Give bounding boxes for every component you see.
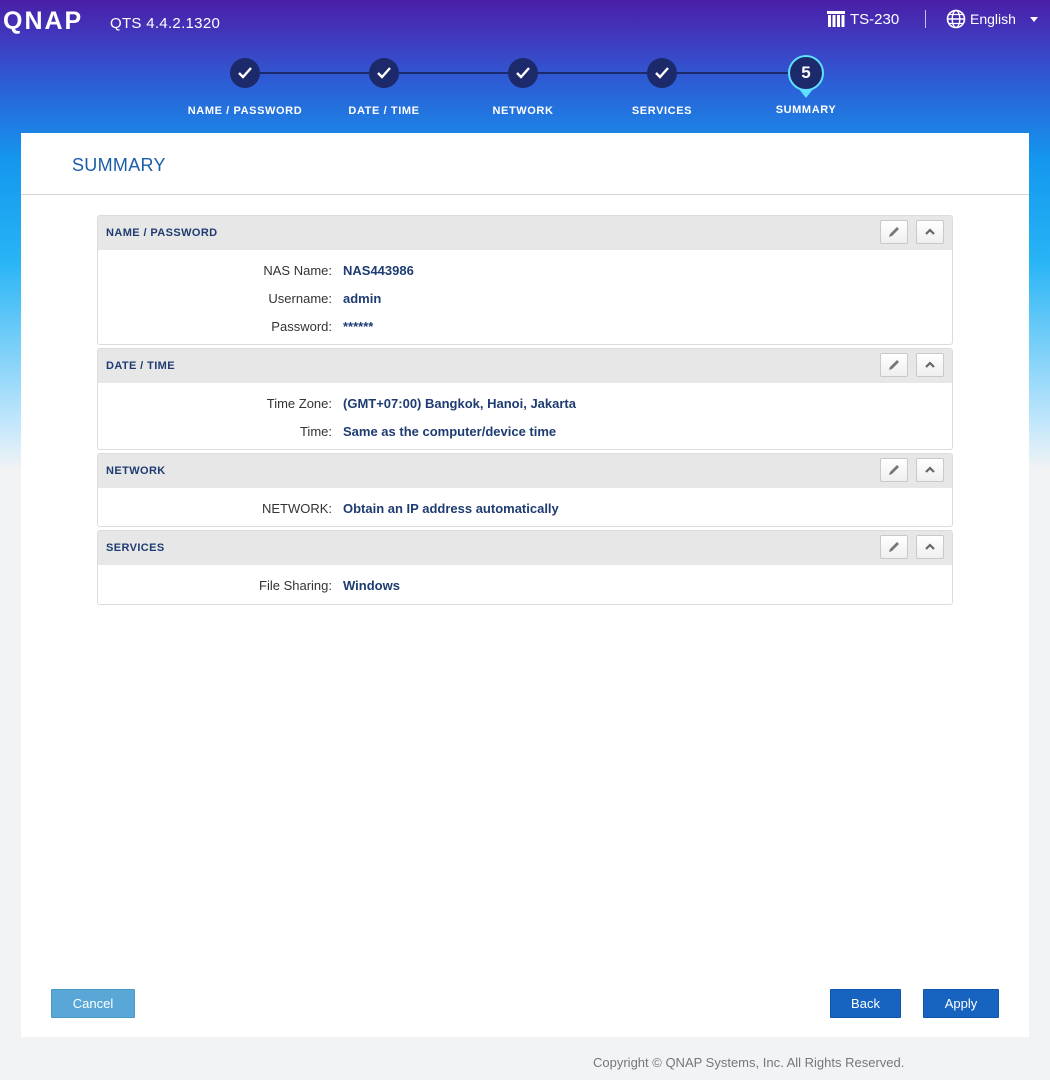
detail-row: Password: ****** bbox=[98, 313, 952, 341]
row-value: Same as the computer/device time bbox=[343, 424, 557, 439]
row-key: Password: bbox=[271, 319, 332, 334]
cancel-button[interactable]: Cancel bbox=[51, 989, 135, 1018]
check-icon bbox=[238, 67, 252, 79]
section-title: SERVICES bbox=[106, 542, 165, 554]
step-circle-active: 5 bbox=[788, 55, 824, 98]
chevron-up-icon bbox=[925, 543, 935, 550]
top-header: QNAP QTS 4.4.2.1320 TS-230 English bbox=[0, 0, 1050, 42]
chevron-up-icon bbox=[925, 361, 935, 368]
collapse-button[interactable] bbox=[916, 535, 944, 559]
step-label: DATE / TIME bbox=[348, 105, 420, 117]
row-value: (GMT+07:00) Bangkok, Hanoi, Jakarta bbox=[343, 396, 576, 411]
row-key: Username: bbox=[268, 291, 332, 306]
section-date-time: DATE / TIME Time Zone: (GMT+07:00) Bangk… bbox=[97, 348, 953, 450]
wizard-stepper: NAME / PASSWORD DATE / TIME NETWORK SERV… bbox=[0, 55, 1050, 126]
device-model-label: TS-230 bbox=[850, 10, 900, 28]
section-title: NAME / PASSWORD bbox=[106, 227, 218, 239]
step-circle bbox=[508, 58, 538, 88]
detail-row: NETWORK: Obtain an IP address automatica… bbox=[98, 495, 952, 523]
section-header: NETWORK bbox=[98, 454, 952, 488]
collapse-button[interactable] bbox=[916, 458, 944, 482]
section-network: NETWORK NETWORK: Obtain an IP address au… bbox=[97, 453, 953, 527]
row-value: Windows bbox=[343, 578, 400, 593]
globe-icon bbox=[946, 9, 966, 29]
section-header: SERVICES bbox=[98, 531, 952, 565]
section-services: SERVICES File Sharing: Windows bbox=[97, 530, 953, 605]
edit-button[interactable] bbox=[880, 458, 908, 482]
nas-device-icon bbox=[827, 11, 845, 27]
svg-text:QNAP: QNAP bbox=[3, 8, 83, 34]
title-divider bbox=[21, 194, 1029, 195]
section-name-password: NAME / PASSWORD NAS Name: NAS443986 User… bbox=[97, 215, 953, 345]
detail-row: Time: Same as the computer/device time bbox=[98, 418, 952, 446]
step-circle bbox=[230, 58, 260, 88]
page-title: SUMMARY bbox=[72, 155, 166, 175]
section-body: NETWORK: Obtain an IP address automatica… bbox=[98, 488, 952, 523]
step-date-time[interactable]: DATE / TIME bbox=[314, 56, 454, 117]
step-label: NAME / PASSWORD bbox=[187, 105, 303, 117]
step-network[interactable]: NETWORK bbox=[453, 56, 593, 117]
qnap-logo: QNAP bbox=[3, 8, 83, 34]
device-model: TS-230 bbox=[826, 10, 899, 28]
back-button[interactable]: Back bbox=[830, 989, 901, 1018]
edit-button[interactable] bbox=[880, 220, 908, 244]
check-icon bbox=[516, 67, 530, 79]
chevron-down-icon bbox=[1029, 16, 1038, 22]
detail-row: File Sharing: Windows bbox=[98, 572, 952, 600]
row-key: Time Zone: bbox=[266, 396, 332, 411]
row-key: NAS Name: bbox=[263, 263, 332, 278]
language-selector[interactable]: English bbox=[946, 9, 1038, 29]
step-label: SERVICES bbox=[631, 105, 693, 117]
collapse-button[interactable] bbox=[916, 353, 944, 377]
check-icon bbox=[377, 67, 391, 79]
pencil-icon bbox=[889, 227, 899, 237]
row-value: Obtain an IP address automatically bbox=[343, 501, 559, 516]
chevron-up-icon bbox=[925, 466, 935, 473]
copyright-text: Copyright © QNAP Systems, Inc. All Right… bbox=[593, 1055, 905, 1070]
chevron-up-icon bbox=[925, 228, 935, 235]
pencil-icon bbox=[889, 360, 899, 370]
step-number: 5 bbox=[801, 63, 811, 82]
step-circle bbox=[369, 58, 399, 88]
section-title: DATE / TIME bbox=[106, 360, 175, 372]
section-body: Time Zone: (GMT+07:00) Bangkok, Hanoi, J… bbox=[98, 383, 952, 446]
step-label: SUMMARY bbox=[775, 104, 837, 116]
step-services[interactable]: SERVICES bbox=[592, 56, 732, 117]
step-name-password[interactable]: NAME / PASSWORD bbox=[175, 56, 315, 117]
language-label: English bbox=[970, 11, 1016, 27]
step-summary: 5 SUMMARY bbox=[736, 55, 876, 116]
section-header: DATE / TIME bbox=[98, 349, 952, 383]
section-header: NAME / PASSWORD bbox=[98, 216, 952, 250]
edit-button[interactable] bbox=[880, 535, 908, 559]
row-value: NAS443986 bbox=[343, 263, 414, 278]
apply-button[interactable]: Apply bbox=[923, 989, 999, 1018]
row-key: File Sharing: bbox=[259, 578, 332, 593]
firmware-version: QTS 4.4.2.1320 bbox=[110, 15, 221, 32]
pencil-icon bbox=[889, 542, 899, 552]
detail-row: Username: admin bbox=[98, 285, 952, 313]
step-circle bbox=[647, 58, 677, 88]
collapse-button[interactable] bbox=[916, 220, 944, 244]
edit-button[interactable] bbox=[880, 353, 908, 377]
section-title: NETWORK bbox=[106, 465, 166, 477]
section-body: File Sharing: Windows bbox=[98, 565, 952, 600]
section-body: NAS Name: NAS443986 Username: admin Pass… bbox=[98, 250, 952, 341]
row-value: ****** bbox=[343, 319, 374, 334]
row-key: NETWORK: bbox=[261, 501, 332, 516]
detail-row: NAS Name: NAS443986 bbox=[98, 257, 952, 285]
header-divider bbox=[925, 10, 926, 28]
row-value: admin bbox=[343, 291, 382, 306]
detail-row: Time Zone: (GMT+07:00) Bangkok, Hanoi, J… bbox=[98, 390, 952, 418]
pencil-icon bbox=[889, 465, 899, 475]
summary-panel: SUMMARY NAME / PASSWORD NAS Name: NAS443… bbox=[21, 133, 1029, 1037]
step-pin-marker bbox=[799, 89, 813, 98]
row-key: Time: bbox=[299, 424, 332, 439]
step-label: NETWORK bbox=[492, 105, 554, 117]
check-icon bbox=[655, 67, 669, 79]
